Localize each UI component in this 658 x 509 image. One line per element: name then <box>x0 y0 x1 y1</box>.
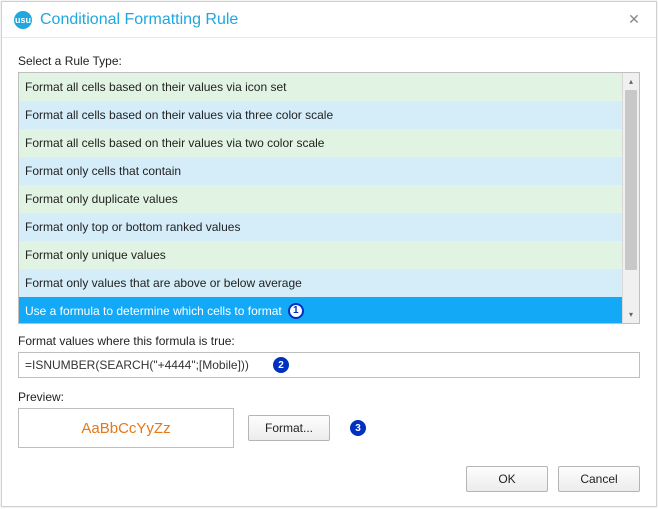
rule-type-list: Format all cells based on their values v… <box>18 72 640 324</box>
list-item-label: Format all cells based on their values v… <box>25 101 333 129</box>
titlebar: usu Conditional Formatting Rule ✕ <box>2 2 656 38</box>
preview-sample: AaBbCcYyZz <box>18 408 234 448</box>
list-item-label: Format only unique values <box>25 241 166 269</box>
annotation-badge-3: 3 <box>350 420 366 436</box>
scroll-thumb[interactable] <box>625 90 637 270</box>
ok-button[interactable]: OK <box>466 466 548 492</box>
annotation-badge-2: 2 <box>273 357 289 373</box>
list-item[interactable]: Format only values that are above or bel… <box>19 269 622 297</box>
list-item[interactable]: Format all cells based on their values v… <box>19 129 622 157</box>
scroll-up-icon[interactable]: ▴ <box>623 73 639 90</box>
list-item[interactable]: Format only unique values <box>19 241 622 269</box>
formula-label: Format values where this formula is true… <box>18 334 640 348</box>
vertical-scrollbar[interactable]: ▴ ▾ <box>622 73 639 323</box>
list-item[interactable]: Format only top or bottom ranked values <box>19 213 622 241</box>
formula-value: =ISNUMBER(SEARCH("+4444";[Mobile])) <box>25 358 249 372</box>
app-icon: usu <box>14 11 32 29</box>
list-item-label: Format only duplicate values <box>25 185 178 213</box>
list-item[interactable]: Format only duplicate values <box>19 185 622 213</box>
scroll-track[interactable] <box>623 90 639 306</box>
list-item-label: Format only values that are above or bel… <box>25 269 302 297</box>
scroll-down-icon[interactable]: ▾ <box>623 306 639 323</box>
annotation-badge-1: 1 <box>288 303 304 319</box>
select-rule-type-label: Select a Rule Type: <box>18 54 640 68</box>
cancel-button[interactable]: Cancel <box>558 466 640 492</box>
formula-input[interactable]: =ISNUMBER(SEARCH("+4444";[Mobile])) 2 <box>18 352 640 378</box>
rule-type-list-body[interactable]: Format all cells based on their values v… <box>19 73 622 323</box>
list-item-label: Format only top or bottom ranked values <box>25 213 240 241</box>
preview-row: AaBbCcYyZz Format... 3 <box>18 408 640 448</box>
list-item[interactable]: Format only cells that contain <box>19 157 622 185</box>
list-item[interactable]: Format all cells based on their values v… <box>19 73 622 101</box>
list-item-label: Format all cells based on their values v… <box>25 129 324 157</box>
list-item-selected[interactable]: Use a formula to determine which cells t… <box>19 297 622 323</box>
dialog-content: Select a Rule Type: Format all cells bas… <box>2 38 656 460</box>
dialog-footer: OK Cancel <box>466 466 640 492</box>
preview-label: Preview: <box>18 390 640 404</box>
list-item-label: Format all cells based on their values v… <box>25 73 286 101</box>
list-item-label: Use a formula to determine which cells t… <box>25 297 282 323</box>
format-button[interactable]: Format... <box>248 415 330 441</box>
dialog-title: Conditional Formatting Rule <box>40 11 622 29</box>
close-icon[interactable]: ✕ <box>622 8 646 32</box>
list-item[interactable]: Format all cells based on their values v… <box>19 101 622 129</box>
dialog-window: usu Conditional Formatting Rule ✕ Select… <box>1 1 657 507</box>
list-item-label: Format only cells that contain <box>25 157 181 185</box>
